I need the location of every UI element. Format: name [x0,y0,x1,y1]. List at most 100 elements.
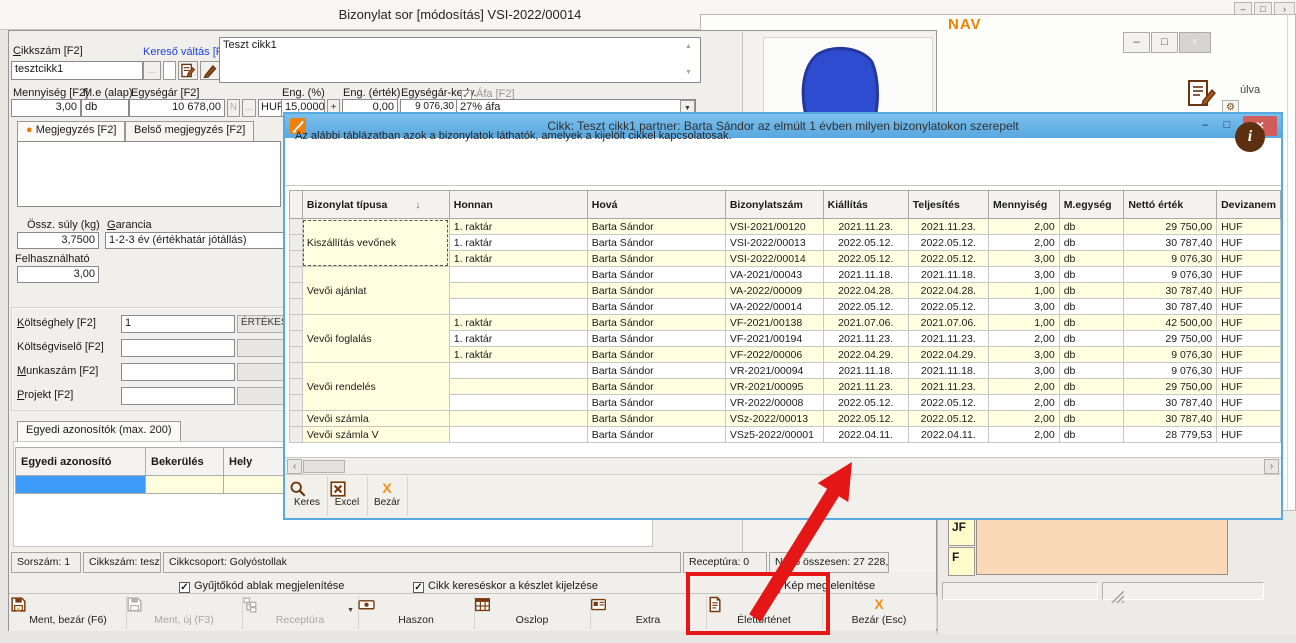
row-selector[interactable] [290,283,303,299]
cell-egyseg[interactable]: db [1059,347,1124,363]
dialog-maximize-button[interactable]: □ [1217,117,1237,135]
cell-teljesites[interactable]: 2022.05.12. [908,235,988,251]
table-row[interactable]: Kiszállítás vevőnek1. raktárBarta Sándor… [290,219,1281,235]
cell-szam[interactable]: VA-2022/00009 [725,283,823,299]
cell-szam[interactable]: VR-2021/00094 [725,363,823,379]
background-minimize-button[interactable]: – [1123,32,1150,53]
bizonylat-tipusa-cell[interactable]: Kiszállítás vevőnek [302,219,449,267]
cell-netto[interactable]: 9 076,30 [1124,347,1217,363]
cell-kiallitas[interactable]: 2022.05.12. [823,411,908,427]
cell-szam[interactable]: VA-2021/00043 [725,267,823,283]
cell-hova[interactable]: Barta Sándor [587,395,725,411]
cell-szam[interactable]: VSI-2022/00013 [725,235,823,251]
cell-egyseg[interactable]: db [1059,235,1124,251]
cell-egyseg[interactable]: db [1059,219,1124,235]
egysegar-browse-button[interactable]: ... [242,99,256,117]
cell-devizanem[interactable]: HUF [1217,411,1281,427]
table-row[interactable]: Vevői ajánlatBarta SándorVA-2021/0004320… [290,267,1281,283]
column-header-5[interactable]: Kiállítás [823,191,908,219]
kep-checkbox[interactable]: ✓Kép megjelenítése [769,580,875,593]
cell-hova[interactable]: Barta Sándor [587,427,725,443]
horizontal-scrollbar[interactable]: ‹ › [285,457,1281,474]
cell-honnan[interactable]: 1. raktár [449,331,587,347]
cell-kiallitas[interactable]: 2021.11.18. [823,363,908,379]
cell-egyseg[interactable]: db [1059,379,1124,395]
bizonylat-tipusa-cell[interactable]: Vevői számla V [302,427,449,443]
background-close-button[interactable]: × [1179,32,1211,53]
cell-kiallitas[interactable]: 2021.11.23. [823,219,908,235]
cell-hova[interactable]: Barta Sándor [587,411,725,427]
cell-devizanem[interactable]: HUF [1217,347,1281,363]
egyedi-header-3[interactable]: Hely [224,448,286,476]
n-button[interactable]: N [227,99,240,117]
garancia-select[interactable]: 1-2-3 év (értékhatár jótállás) [105,232,287,249]
cell-kiallitas[interactable]: 2021.11.23. [823,331,908,347]
cell-teljesites[interactable]: 2022.04.28. [908,283,988,299]
koltsegviselo-input[interactable] [121,339,235,357]
row-selector[interactable] [290,299,303,315]
cell-netto[interactable]: 9 076,30 [1124,251,1217,267]
cell-devizanem[interactable]: HUF [1217,235,1281,251]
cell-kiallitas[interactable]: 2021.11.18. [823,267,908,283]
dialog-minimize-button[interactable]: – [1195,117,1215,135]
bizonylat-tipusa-cell[interactable]: Vevői számla [302,411,449,427]
cell-teljesites[interactable]: 2021.11.23. [908,331,988,347]
egyedi-header-1[interactable]: Egyedi azonosító [16,448,146,476]
cell-mennyiseg[interactable]: 3,00 [989,299,1060,315]
scrollbar-thumb[interactable] [303,460,345,473]
cell-honnan[interactable]: 1. raktár [449,235,587,251]
resize-grip-icon[interactable] [1108,591,1124,603]
egyedi-cell[interactable] [146,476,224,494]
cell-hova[interactable]: Barta Sándor [587,379,725,395]
bizonylat-tipusa-cell[interactable]: Vevői rendelés [302,363,449,411]
gyujtokod-checkbox[interactable]: ✓Gyűjtőkód ablak megjelenítése [179,580,344,593]
toolbar-button-5[interactable]: Oszlop [474,594,590,631]
cell-hova[interactable]: Barta Sándor [587,219,725,235]
column-header-2[interactable]: Honnan [449,191,587,219]
mennyiseg-input[interactable]: 3,00 [11,99,81,117]
cell-kiallitas[interactable]: 2022.04.29. [823,347,908,363]
cell-szam[interactable]: VSI-2022/00014 [725,251,823,267]
column-header-4[interactable]: Bizonylatszám [725,191,823,219]
egysegar-input[interactable]: 10 678,00 [129,99,225,117]
toolbar-button-3[interactable]: Receptúra▼ [242,594,358,631]
row-selector[interactable] [290,219,303,235]
pencil-icon[interactable] [200,61,220,80]
cell-netto[interactable]: 28 779,53 [1124,427,1217,443]
browse-button[interactable]: ... [143,61,161,80]
cell-kiallitas[interactable]: 2022.05.12. [823,299,908,315]
egyedi-header-2[interactable]: Bekerülés [146,448,224,476]
row-selector[interactable] [290,315,303,331]
cell-kiallitas[interactable]: 2022.05.12. [823,395,908,411]
ossz-suly-input[interactable]: 3,7500 [17,232,99,249]
cell-honnan[interactable]: 1. raktár [449,219,587,235]
cell-hova[interactable]: Barta Sándor [587,267,725,283]
toolbar-button-2[interactable]: Ment, új (F3) [126,594,242,631]
cell-netto[interactable]: 9 076,30 [1124,267,1217,283]
cell-teljesites[interactable]: 2021.07.06. [908,315,988,331]
cell-netto[interactable]: 30 787,40 [1124,411,1217,427]
cell-devizanem[interactable]: HUF [1217,363,1281,379]
cell-devizanem[interactable]: HUF [1217,395,1281,411]
cell-hova[interactable]: Barta Sándor [587,363,725,379]
cell-teljesites[interactable]: 2022.04.29. [908,347,988,363]
cell-teljesites[interactable]: 2021.11.18. [908,363,988,379]
cell-netto[interactable]: 29 750,00 [1124,219,1217,235]
cell-devizanem[interactable]: HUF [1217,299,1281,315]
toolbar-button-4[interactable]: Haszon [358,594,474,631]
cell-szam[interactable]: VA-2022/00014 [725,299,823,315]
cell-mennyiseg[interactable]: 3,00 [989,347,1060,363]
cell-netto[interactable]: 29 750,00 [1124,379,1217,395]
cell-szam[interactable]: VF-2021/00194 [725,331,823,347]
table-row[interactable]: Vevői számlaBarta SándorVSz-2022/0001320… [290,411,1281,427]
cell-devizanem[interactable]: HUF [1217,427,1281,443]
edit-document-icon[interactable] [1186,78,1218,110]
cell-honnan[interactable] [449,363,587,379]
cell-netto[interactable]: 9 076,30 [1124,363,1217,379]
cell-honnan[interactable] [449,379,587,395]
cell-szam[interactable]: VSz5-2022/00001 [725,427,823,443]
table-row[interactable]: Vevői rendelésBarta SándorVR-2021/000942… [290,363,1281,379]
cell-mennyiseg[interactable]: 3,00 [989,363,1060,379]
column-header-1[interactable]: Bizonylat típusa↓ [302,191,449,219]
cell-netto[interactable]: 29 750,00 [1124,331,1217,347]
